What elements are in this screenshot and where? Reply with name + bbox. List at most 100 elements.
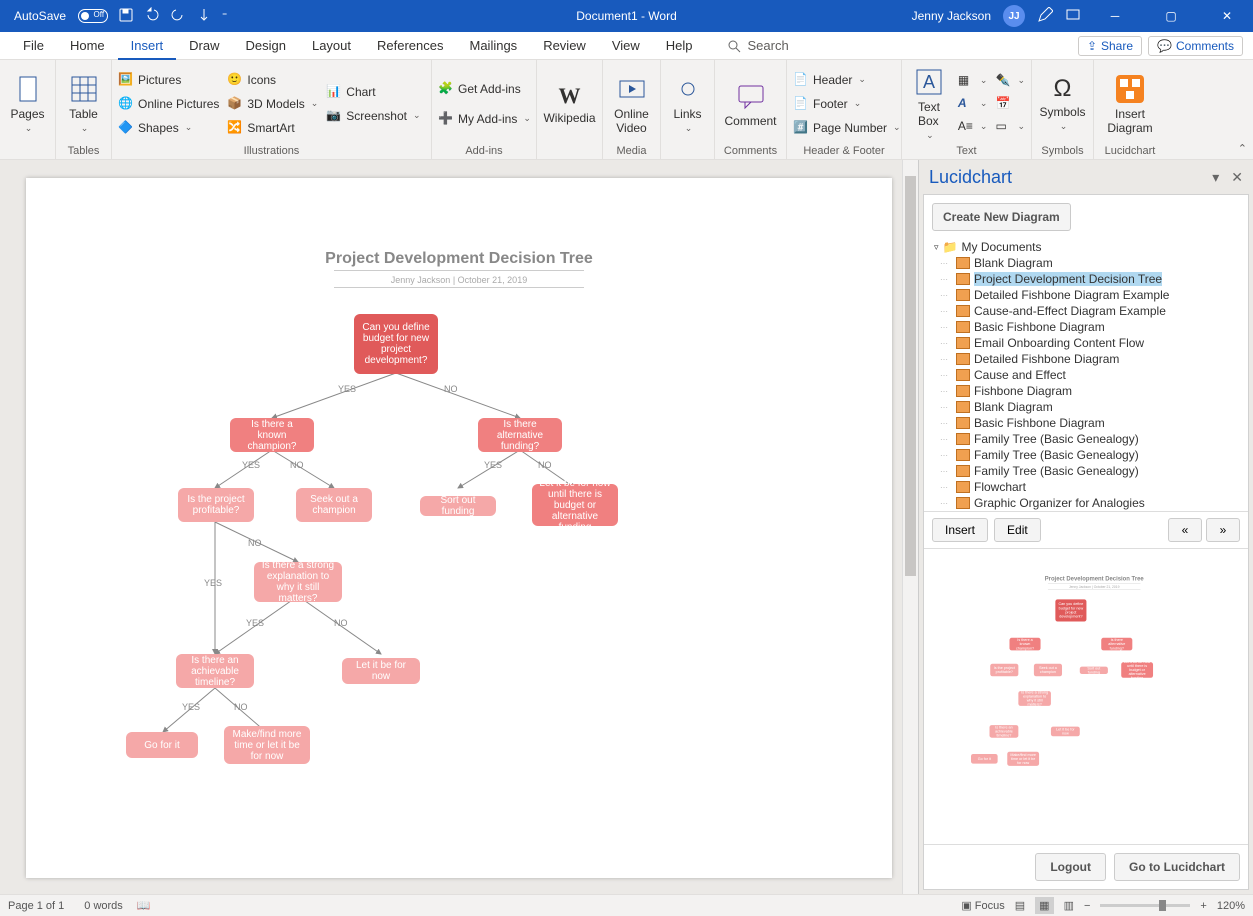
tree-item[interactable]: ⋯Family Tree (Basic Genealogy) (928, 463, 1248, 479)
autosave-toggle[interactable] (78, 9, 108, 23)
minimize-button[interactable]: ─ (1093, 0, 1137, 32)
tab-home[interactable]: Home (57, 32, 118, 60)
tab-mailings[interactable]: Mailings (457, 32, 531, 60)
icons-icon: 🙂 (227, 72, 243, 88)
document-area[interactable]: Project Development Decision Tree Jenny … (0, 160, 918, 894)
tree-item[interactable]: ⋯Detailed Fishbone Diagram (928, 351, 1248, 367)
zoom-out-button[interactable]: − (1084, 900, 1090, 912)
logout-button[interactable]: Logout (1035, 853, 1106, 881)
shapes-button[interactable]: 🔷Shapes⌄ (118, 117, 219, 139)
touch-mode-icon[interactable] (196, 7, 212, 26)
spellcheck-icon[interactable]: 📖 (137, 899, 151, 912)
tab-insert[interactable]: Insert (118, 32, 177, 60)
collapse-ribbon-icon[interactable]: ⌃ (1238, 142, 1247, 155)
maximize-button[interactable]: ▢ (1149, 0, 1193, 32)
username-label[interactable]: Jenny Jackson (912, 9, 991, 23)
wordart-button[interactable]: A⌄ (958, 93, 988, 115)
redo-icon[interactable] (170, 7, 186, 26)
tree-item[interactable]: ⋯Family Tree (Basic Genealogy) (928, 431, 1248, 447)
ribbon-display-icon[interactable] (1065, 7, 1081, 26)
read-mode-icon[interactable]: ▤ (1015, 899, 1025, 912)
header-button[interactable]: 📄Header⌄ (793, 69, 901, 91)
footer-button[interactable]: 📄Footer⌄ (793, 93, 901, 115)
tree-item[interactable]: ⋯Cause and Effect (928, 367, 1248, 383)
datetime-button[interactable]: 📅 (995, 93, 1025, 115)
page-indicator[interactable]: Page 1 of 1 (8, 900, 64, 912)
links-button[interactable]: Links⌄ (667, 65, 708, 143)
insert-button[interactable]: Insert (932, 518, 988, 542)
tab-review[interactable]: Review (530, 32, 599, 60)
smartart-button[interactable]: 🔀SmartArt (227, 117, 318, 139)
tab-design[interactable]: Design (233, 32, 299, 60)
table-button[interactable]: Table⌄ (62, 65, 105, 143)
tree-item[interactable]: ⋯Cause-and-Effect Diagram Example (928, 303, 1248, 319)
quick-parts-button[interactable]: ▦⌄ (958, 70, 988, 92)
pictures-button[interactable]: 🖼️Pictures (118, 69, 219, 91)
prev-page-button[interactable]: « (1168, 518, 1202, 542)
3d-models-button[interactable]: 📦3D Models⌄ (227, 93, 318, 115)
insert-diagram-button[interactable]: Insert Diagram (1100, 65, 1160, 143)
tab-draw[interactable]: Draw (176, 32, 232, 60)
chart-button[interactable]: 📊Chart (326, 81, 420, 103)
pen-icon[interactable] (1037, 7, 1053, 26)
pane-options-icon[interactable]: ▾ (1212, 169, 1219, 186)
object-button[interactable]: ▭⌄ (995, 116, 1025, 138)
tree-item[interactable]: ⋯Fishbone Diagram (928, 383, 1248, 399)
dropcap-button[interactable]: A≡⌄ (958, 116, 988, 138)
online-pictures-button[interactable]: 🌐Online Pictures (118, 93, 219, 115)
wikipedia-button[interactable]: W Wikipedia (543, 65, 596, 143)
icons-button[interactable]: 🙂Icons (227, 69, 318, 91)
tree-item[interactable]: ⋯Email Onboarding Content Flow (928, 335, 1248, 351)
tab-layout[interactable]: Layout (299, 32, 364, 60)
document-tree[interactable]: ▿ 📁 My Documents ⋯Blank Diagram⋯Project … (924, 239, 1248, 511)
zoom-in-button[interactable]: + (1200, 900, 1206, 912)
tell-me-search[interactable]: Search (726, 38, 789, 54)
my-addins-button[interactable]: ➕My Add-ins⌄ (438, 108, 531, 130)
pages-button[interactable]: Pages⌄ (6, 65, 49, 143)
tree-item[interactable]: ⋯Basic Fishbone Diagram (928, 319, 1248, 335)
focus-mode-button[interactable]: ▣ Focus (961, 899, 1004, 912)
tree-item[interactable]: ⋯Detailed Fishbone Diagram Example (928, 287, 1248, 303)
zoom-slider[interactable] (1100, 904, 1190, 907)
tab-file[interactable]: File (10, 32, 57, 60)
create-new-diagram-button[interactable]: Create New Diagram (932, 203, 1071, 231)
tree-item-label: Detailed Fishbone Diagram Example (974, 288, 1169, 302)
get-addins-button[interactable]: 🧩Get Add-ins (438, 78, 531, 100)
tree-item[interactable]: ⋯Flowchart (928, 479, 1248, 495)
lucidchart-icon (1114, 73, 1146, 105)
text-box-button[interactable]: A Text Box⌄ (908, 65, 950, 143)
share-button[interactable]: ⇪Share (1078, 36, 1142, 56)
web-layout-icon[interactable]: ▥ (1064, 899, 1074, 912)
tree-item[interactable]: ⋯Family Tree (Basic Genealogy) (928, 447, 1248, 463)
signature-button[interactable]: ✒️⌄ (995, 70, 1025, 92)
edit-button[interactable]: Edit (994, 518, 1041, 542)
online-video-button[interactable]: Online Video (609, 65, 654, 143)
zoom-level[interactable]: 120% (1217, 900, 1245, 912)
print-layout-icon[interactable]: ▦ (1035, 897, 1053, 914)
tree-item[interactable]: ⋯Basic Fishbone Diagram (928, 415, 1248, 431)
tab-help[interactable]: Help (653, 32, 706, 60)
user-avatar[interactable]: JJ (1003, 5, 1025, 27)
tab-view[interactable]: View (599, 32, 653, 60)
goto-lucidchart-button[interactable]: Go to Lucidchart (1114, 853, 1240, 881)
save-icon[interactable] (118, 7, 134, 26)
close-button[interactable]: ✕ (1205, 0, 1249, 32)
pane-close-icon[interactable]: ✕ (1231, 169, 1243, 186)
vertical-scrollbar[interactable] (902, 160, 918, 894)
comments-button[interactable]: 💬Comments (1148, 36, 1243, 56)
expand-icon[interactable]: ▿ (934, 242, 939, 253)
symbols-button[interactable]: Ω Symbols⌄ (1038, 65, 1087, 143)
comment-button[interactable]: Comment (721, 65, 780, 143)
tree-item[interactable]: ⋯Project Development Decision Tree (928, 271, 1248, 287)
page-number-button[interactable]: #️⃣Page Number⌄ (793, 117, 901, 139)
tree-folder[interactable]: ▿ 📁 My Documents (928, 239, 1248, 255)
screenshot-button[interactable]: 📷Screenshot⌄ (326, 105, 420, 127)
next-page-button[interactable]: » (1206, 518, 1240, 542)
word-count[interactable]: 0 words (84, 900, 123, 912)
tree-item[interactable]: ⋯Blank Diagram (928, 399, 1248, 415)
tree-item[interactable]: ⋯Blank Diagram (928, 255, 1248, 271)
tree-item[interactable]: ⋯Graphic Organizer for Analogies (928, 495, 1248, 511)
qat-more-icon[interactable]: ⁼ (222, 11, 227, 22)
tab-references[interactable]: References (364, 32, 456, 60)
undo-icon[interactable] (144, 7, 160, 26)
